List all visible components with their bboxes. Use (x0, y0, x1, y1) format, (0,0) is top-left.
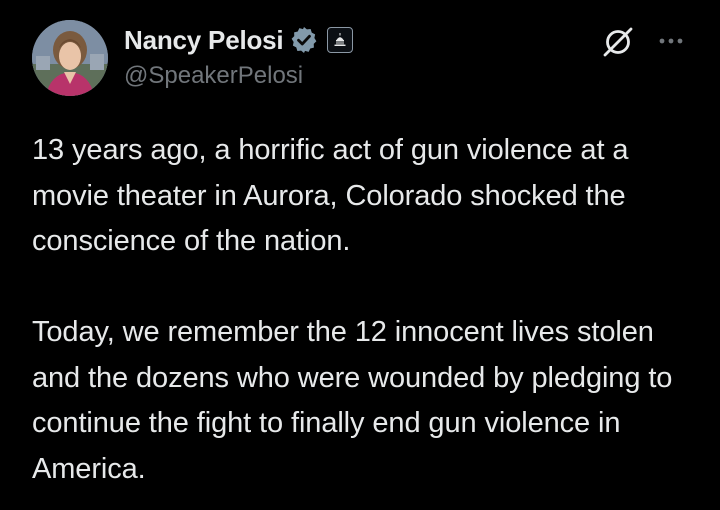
author-display-name[interactable]: Nancy Pelosi (124, 25, 284, 56)
tweet-card: Nancy Pelosi @SpeakerPelosi 13 years ago… (0, 0, 720, 510)
verified-icon[interactable] (289, 25, 319, 55)
tweet-paragraph: 13 years ago, a horrific act of gun viol… (32, 134, 629, 257)
grok-icon[interactable] (600, 24, 636, 60)
avatar[interactable] (32, 20, 108, 96)
author-handle[interactable]: @SpeakerPelosi (124, 62, 303, 90)
more-options-icon[interactable] (654, 26, 688, 56)
author-name-row: Nancy Pelosi (124, 22, 354, 58)
avatar-image (32, 20, 108, 96)
capitol-dome-icon[interactable] (327, 27, 354, 53)
tweet-paragraph: Today, we remember the 12 innocent lives… (32, 316, 673, 485)
tweet-text: 13 years ago, a horrific act of gun viol… (32, 128, 702, 492)
